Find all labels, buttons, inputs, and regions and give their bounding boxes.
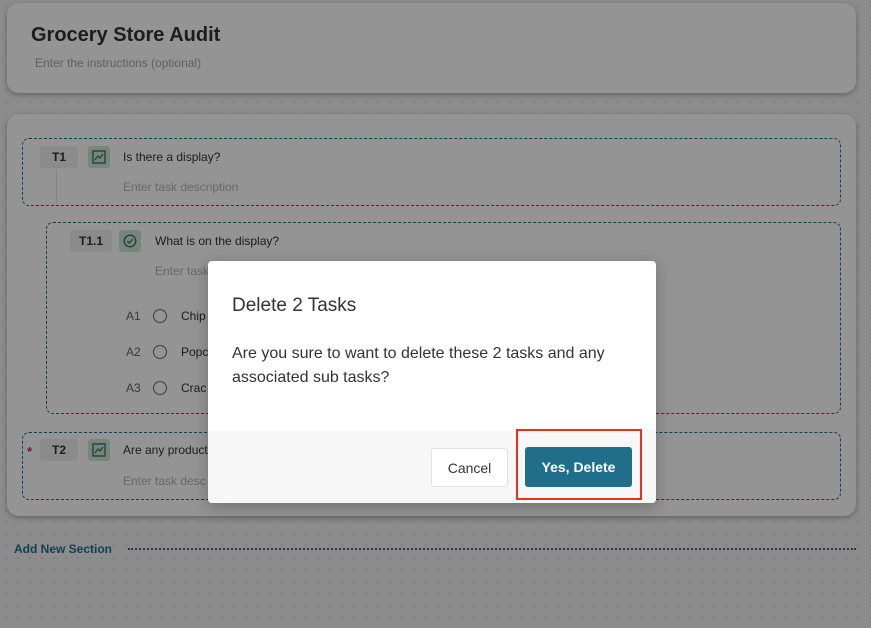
cancel-button[interactable]: Cancel: [431, 448, 508, 487]
highlight-box: [516, 429, 642, 500]
dialog-message: Are you sure to want to delete these 2 t…: [232, 345, 605, 386]
dialog-title: Delete 2 Tasks: [232, 295, 357, 316]
